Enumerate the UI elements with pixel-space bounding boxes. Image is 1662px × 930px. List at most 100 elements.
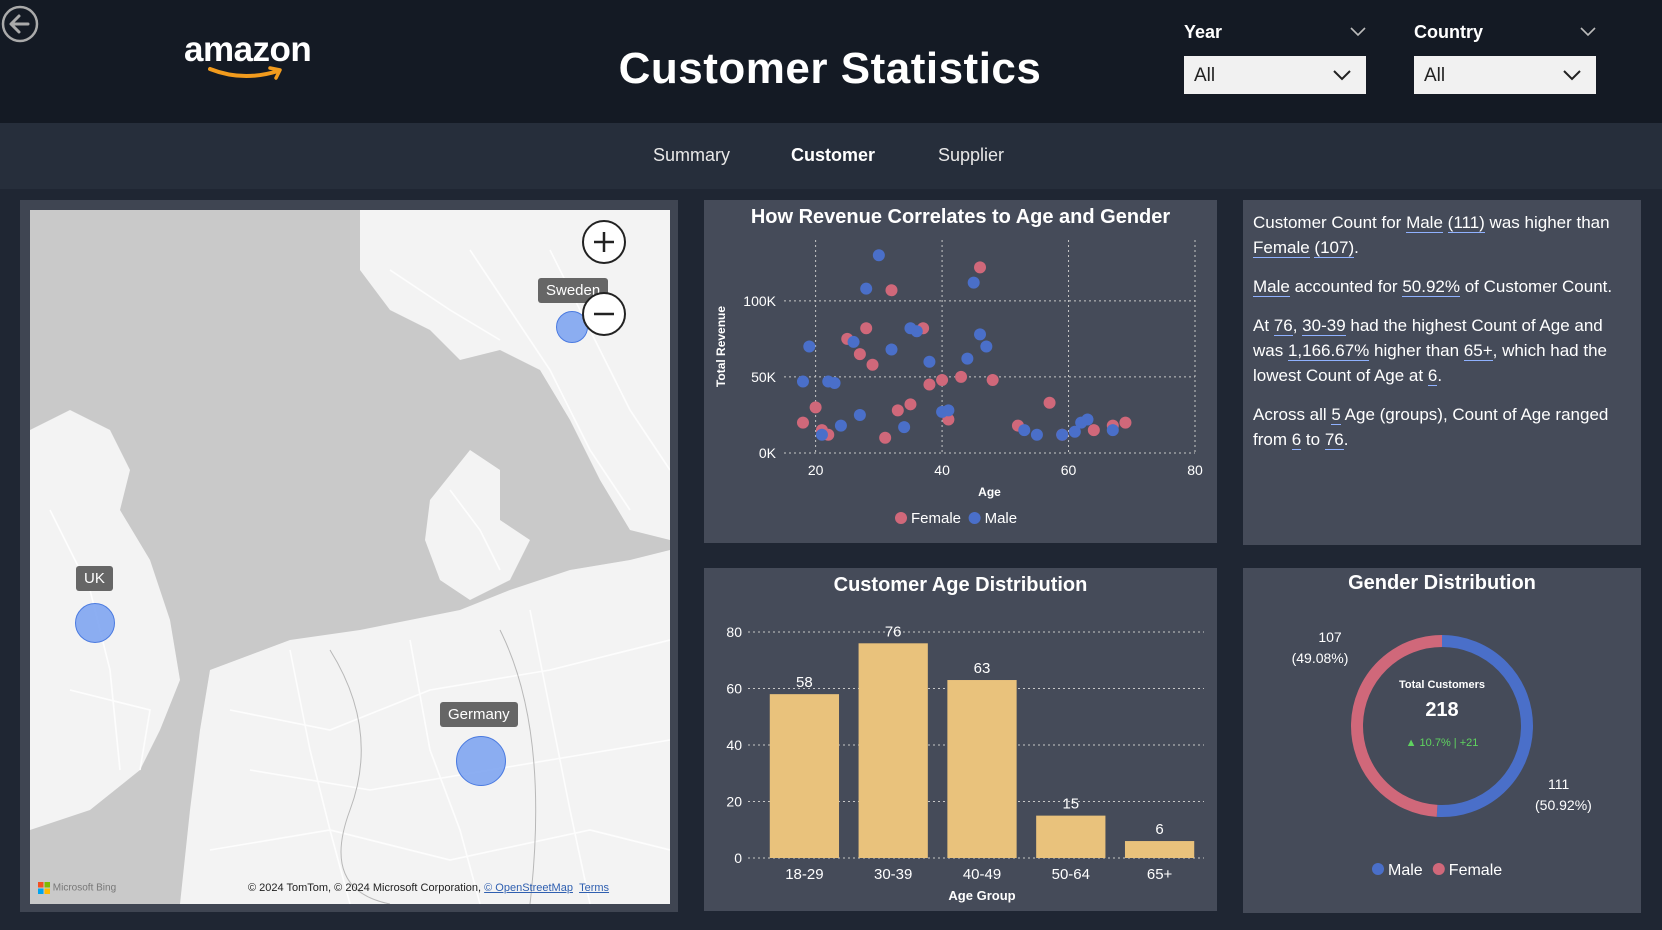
age-bar-chart-panel: Customer Age Distribution 0 20 40 60 80 58 18-… <box>704 568 1217 911</box>
y-tick-label: 60 <box>726 681 742 697</box>
year-filter: Year All <box>1184 22 1366 94</box>
scatter-point-male <box>860 282 873 295</box>
scatter-point-female <box>885 284 898 297</box>
map-label-uk: UK <box>76 566 113 591</box>
x-axis-label: Age <box>978 485 1001 499</box>
minus-icon <box>594 312 614 316</box>
microsoft-logo-icon <box>38 882 50 894</box>
scatter-point-female <box>809 401 822 414</box>
scatter-point-male <box>942 404 955 417</box>
age-bar-chart: 0 20 40 60 80 58 18-29 76 30-39 63 40-49 15 50-64 6 65… <box>726 623 1204 903</box>
y-tick-label: 0K <box>759 445 777 461</box>
scatter-point-female <box>866 358 879 371</box>
scatter-point-male <box>828 377 841 390</box>
attribution-text: © 2024 TomTom, © 2024 Microsoft Corporat… <box>248 882 485 894</box>
chevron-down-icon[interactable] <box>1580 24 1596 38</box>
bar-40-49 <box>947 680 1017 858</box>
y-tick-label: 80 <box>726 624 742 640</box>
plus-icon <box>594 232 614 252</box>
y-tick-label: 40 <box>726 737 742 753</box>
x-tick-label: 50-64 <box>1052 866 1090 883</box>
legend-marker-male <box>968 512 981 524</box>
x-tick-label: 18-29 <box>785 866 823 883</box>
scatter-point-male <box>910 325 923 338</box>
donut-center-label: Total Customers <box>1399 679 1485 691</box>
chevron-down-icon <box>1563 70 1581 81</box>
scatter-point-female <box>986 373 999 386</box>
chevron-down-icon[interactable] <box>1350 24 1366 38</box>
map-label-germany: Germany <box>440 702 518 727</box>
insights-text: Customer Count for Male (111) was higher… <box>1253 210 1633 466</box>
map-view[interactable]: Sweden UK Germany Microsoft Bing © 2024 … <box>30 210 670 904</box>
scatter-point-male <box>1056 428 1069 441</box>
legend-label-male: Male <box>1388 862 1423 879</box>
bar-65+ <box>1124 841 1195 858</box>
bar-data-label: 15 <box>1062 796 1079 813</box>
insight-1: Customer Count for Male (111) was higher… <box>1253 213 1610 258</box>
openstreetmap-link[interactable]: © OpenStreetMap <box>484 882 573 894</box>
zoom-in-button[interactable] <box>582 220 626 264</box>
donut-slice-female <box>1351 635 1443 817</box>
legend-marker-female <box>1432 863 1445 875</box>
country-filter: Country All <box>1414 22 1596 94</box>
insight-3: At 76, 30-39 had the highest Count of Ag… <box>1253 316 1607 386</box>
tab-customer[interactable]: Customer <box>791 145 875 166</box>
x-axis-label: Age Group <box>948 888 1015 903</box>
page-title: Customer Statistics <box>618 44 1042 93</box>
bar-30-39 <box>858 643 928 858</box>
scatter-point-female <box>796 416 809 429</box>
x-tick-label: 80 <box>1187 462 1203 478</box>
x-tick-label: 65+ <box>1147 866 1173 883</box>
bar-18-29 <box>769 694 840 858</box>
y-tick-label: 100K <box>743 293 776 309</box>
terms-link[interactable]: Terms <box>579 882 609 894</box>
scatter-point-male <box>1030 428 1043 441</box>
scatter-point-female <box>853 348 866 361</box>
logo-smile-icon <box>208 66 282 80</box>
bar-data-label: 63 <box>974 660 991 677</box>
country-select[interactable]: All <box>1414 56 1596 94</box>
scatter-point-male <box>885 343 898 356</box>
tab-summary[interactable]: Summary <box>653 145 730 166</box>
scatter-point-female <box>1087 424 1100 437</box>
back-arrow-icon[interactable] <box>0 2 42 44</box>
scatter-point-male <box>815 428 828 441</box>
legend-label-female: Female <box>911 510 961 527</box>
year-select-value: All <box>1194 65 1216 86</box>
nav-tabs: Summary Customer Supplier <box>0 123 1662 189</box>
legend-label-female: Female <box>1449 862 1502 879</box>
insights-panel: Customer Count for Male (111) was higher… <box>1243 200 1641 545</box>
map-bubble-germany[interactable] <box>456 736 506 786</box>
bar-data-label: 58 <box>796 674 813 691</box>
scatter-point-female <box>955 370 968 383</box>
scatter-point-female <box>1043 396 1056 409</box>
scatter-point-male <box>923 355 936 368</box>
gender-donut-chart: Total Customers 218 ▲ 10.7% | +21 107 (49.08… <box>1292 629 1592 879</box>
scatter-point-male <box>974 328 987 341</box>
scatter-point-female <box>891 404 904 417</box>
scatter-point-female <box>1119 416 1132 429</box>
scatter-point-male <box>1081 413 1094 426</box>
insight-4: Across all 5 Age (groups), Count of Age … <box>1253 405 1609 450</box>
scatter-point-male <box>853 408 866 421</box>
tab-supplier[interactable]: Supplier <box>938 145 1004 166</box>
scatter-point-female <box>923 378 936 391</box>
zoom-out-button[interactable] <box>582 292 626 336</box>
year-filter-label: Year <box>1184 22 1223 42</box>
year-select[interactable]: All <box>1184 56 1366 94</box>
legend-marker-male <box>1372 863 1384 875</box>
scatter-point-female <box>974 261 987 274</box>
map-bubble-uk[interactable] <box>75 603 115 643</box>
logo-text: amazon <box>184 30 312 69</box>
chevron-down-icon <box>1333 70 1351 81</box>
donut-data-label-male-percent: (50.92%) <box>1535 797 1592 813</box>
scatter-point-male <box>980 340 993 353</box>
legend-marker-female <box>895 512 907 524</box>
scatter-point-male <box>872 249 885 262</box>
scatter-point-female <box>879 431 892 444</box>
amazon-logo: amazon <box>184 30 324 86</box>
x-tick-label: 20 <box>808 462 824 478</box>
bing-logo: Microsoft Bing <box>38 882 116 894</box>
bing-provider: Microsoft Bing <box>52 882 117 894</box>
gender-donut-panel: Gender Distribution Total Customers 218 ▲ … <box>1243 568 1641 913</box>
